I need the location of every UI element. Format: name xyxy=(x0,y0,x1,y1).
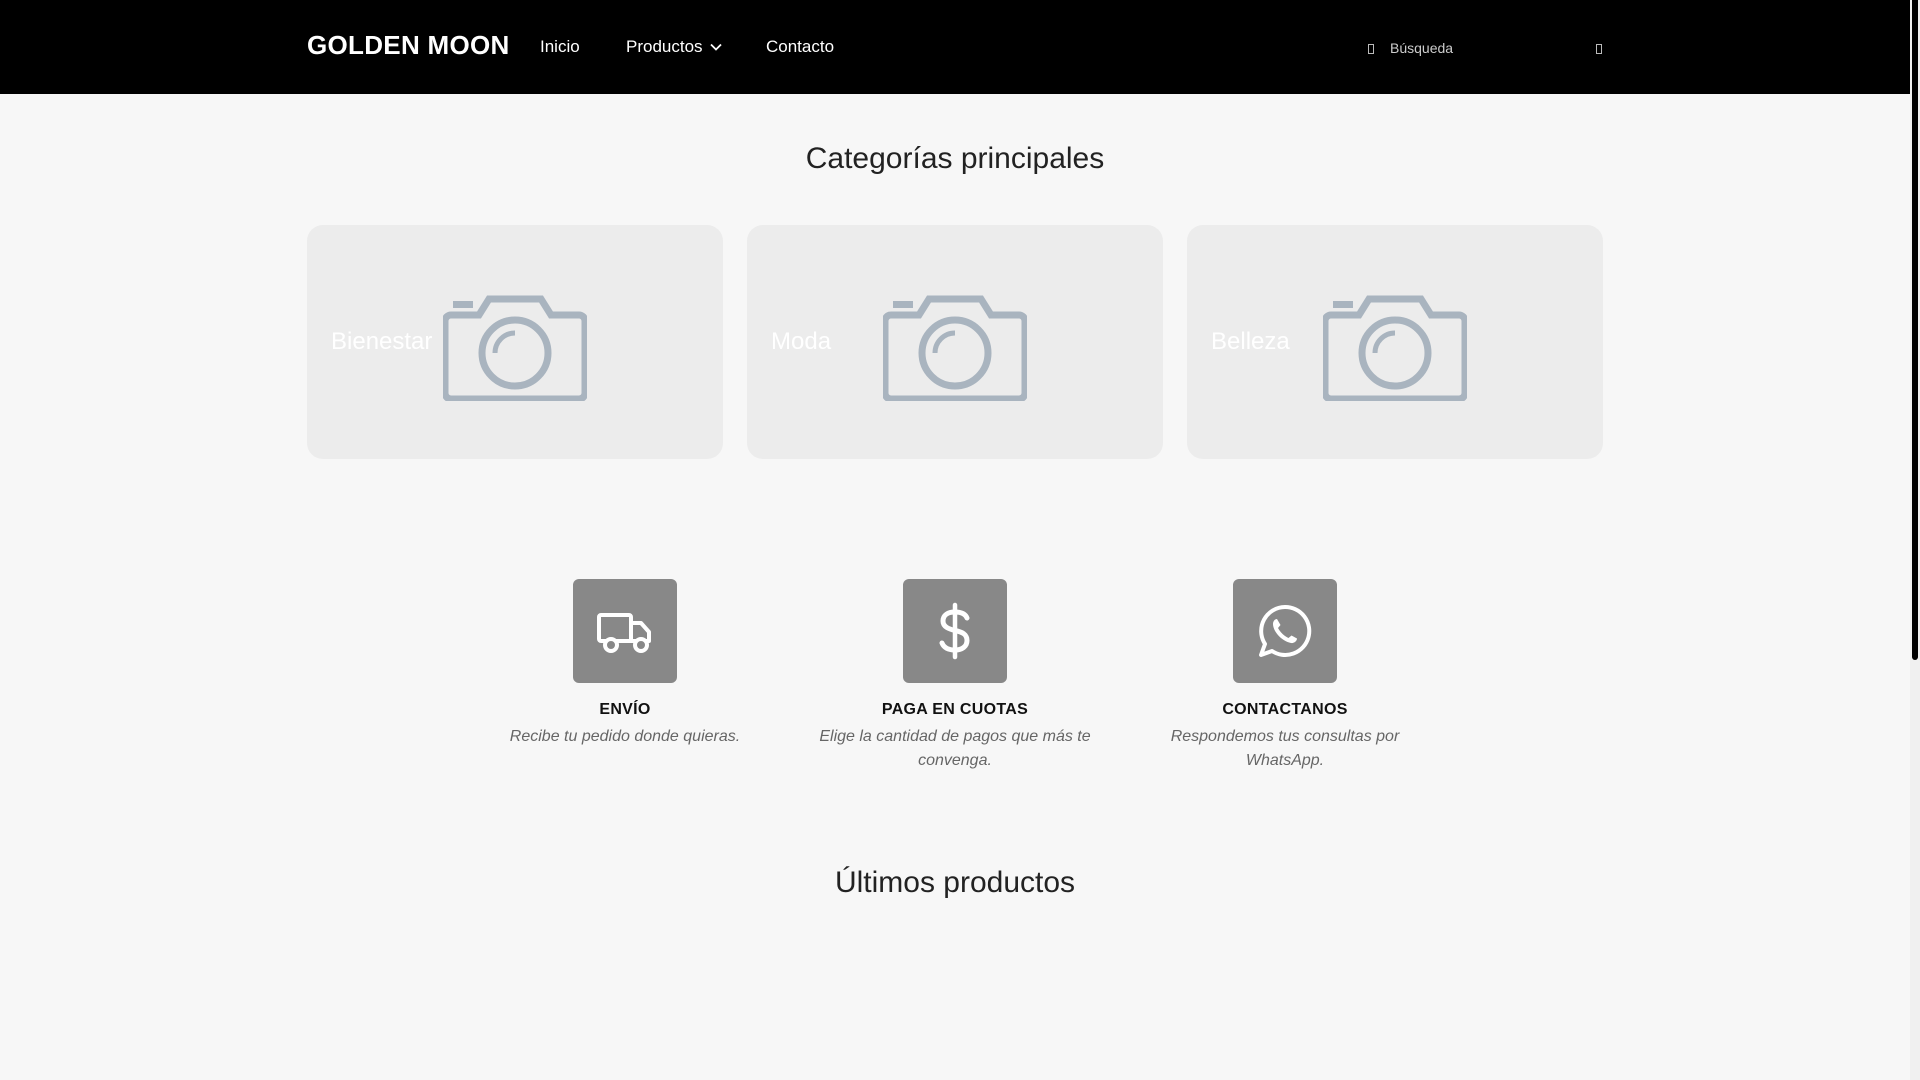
feature-envio: ENVÍO Recibe tu pedido donde quieras. xyxy=(475,579,775,749)
search-icon xyxy=(1368,44,1374,54)
feature-title: ENVÍO xyxy=(599,701,651,718)
search-form xyxy=(1360,30,1610,66)
nav-productos-label: Productos xyxy=(626,37,703,56)
category-card-bienestar[interactable]: Bienestar xyxy=(307,225,723,459)
scrollbar-thumb[interactable] xyxy=(1912,0,1918,660)
site-header: GOLDEN MOON Inicio Productos Contacto xyxy=(0,0,1910,94)
truck-icon xyxy=(597,613,651,653)
feature-icon-box xyxy=(1233,579,1337,683)
dollar-icon xyxy=(939,602,970,660)
page-scrollbar[interactable] xyxy=(1910,0,1920,1080)
whatsapp-icon xyxy=(1259,604,1312,657)
feature-contactanos: CONTACTANOS Respondemos tus consultas po… xyxy=(1135,579,1435,773)
categories-title: Categorías principales xyxy=(805,142,1105,175)
category-label: Belleza xyxy=(1211,328,1290,355)
feature-description: Recibe tu pedido donde quieras. xyxy=(509,728,741,745)
feature-icon-box xyxy=(573,579,677,683)
nav-contacto[interactable]: Contacto xyxy=(766,37,834,57)
feature-icon-box xyxy=(903,579,1007,683)
feature-description: Elige la cantidad de pagos que más te co… xyxy=(819,728,1091,769)
nav-inicio[interactable]: Inicio xyxy=(540,37,580,57)
category-card-belleza[interactable]: Belleza xyxy=(1187,225,1603,459)
brand-logo[interactable]: GOLDEN MOON xyxy=(307,30,510,61)
feature-title: CONTACTANOS xyxy=(1222,701,1348,718)
chevron-down-icon xyxy=(709,43,722,51)
category-label: Bienestar xyxy=(331,328,433,355)
camera-icon xyxy=(443,295,587,401)
feature-description: Respondemos tus consultas por WhatsApp. xyxy=(1170,728,1400,769)
category-card-moda[interactable]: Moda xyxy=(747,225,1163,459)
nav-productos[interactable]: Productos xyxy=(626,37,723,57)
camera-icon xyxy=(883,295,1027,401)
feature-title: PAGA EN CUOTAS xyxy=(881,701,1029,718)
search-submit-icon[interactable] xyxy=(1596,44,1602,54)
latest-products-title: Últimos productos xyxy=(834,866,1076,899)
search-input[interactable] xyxy=(1390,37,1580,59)
category-label: Moda xyxy=(771,328,832,355)
feature-cuotas: PAGA EN CUOTAS Elige la cantidad de pago… xyxy=(805,579,1105,773)
camera-icon xyxy=(1323,295,1467,401)
